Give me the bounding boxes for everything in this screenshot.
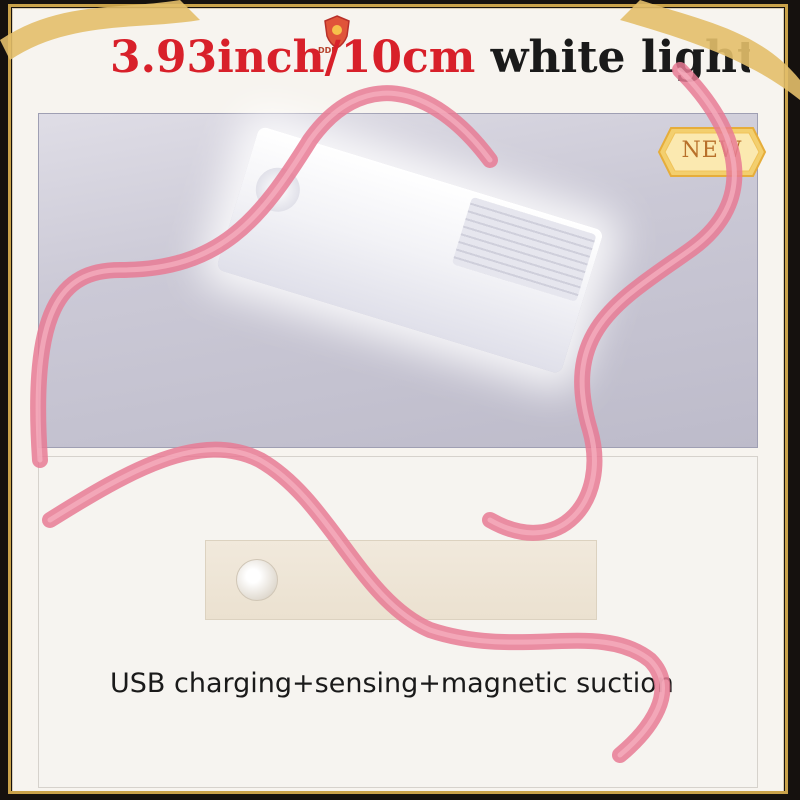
- title-size: 3.93inch/10cm: [110, 32, 476, 83]
- light-sensor-lens: [250, 162, 306, 218]
- new-badge-label: NEW: [681, 138, 743, 163]
- feature-caption: USB charging+sensing+magnetic suction: [110, 668, 674, 699]
- light-strip-front-view: [205, 540, 597, 620]
- product-photo-front: [38, 456, 758, 788]
- title-product: white light: [475, 32, 750, 83]
- page-title: 3.93inch/10cm white light: [110, 28, 750, 88]
- motion-sensor-icon: [236, 559, 278, 601]
